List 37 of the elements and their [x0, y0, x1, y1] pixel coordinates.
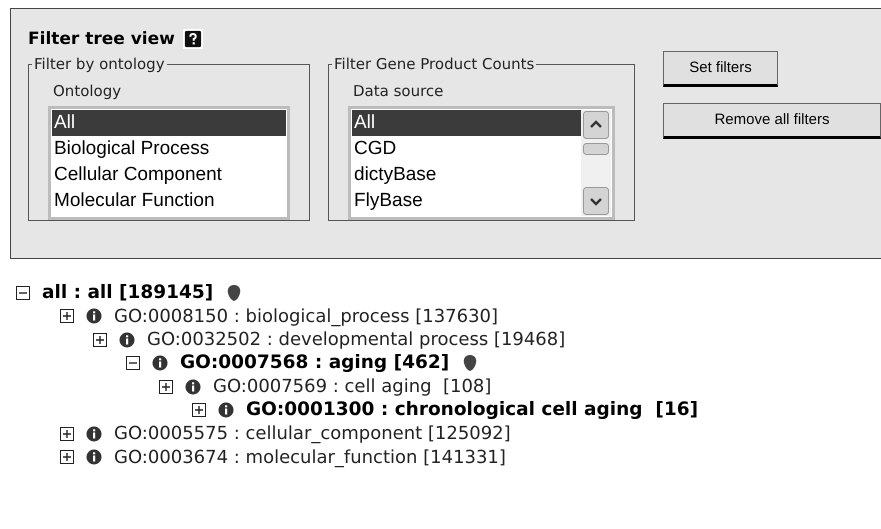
list-option[interactable]: Biological Process [52, 136, 286, 162]
info-icon[interactable] [86, 426, 102, 442]
info-icon[interactable] [86, 308, 102, 324]
scroll-up-icon[interactable] [583, 111, 609, 139]
list-option[interactable]: All [352, 110, 581, 136]
list-option[interactable]: dictyBase [352, 162, 581, 188]
expand-icon[interactable] [93, 332, 107, 347]
expand-icon[interactable] [159, 380, 173, 394]
remove-filters-button[interactable]: Remove all filters [663, 103, 881, 139]
info-icon[interactable] [218, 402, 234, 418]
info-icon[interactable] [152, 355, 168, 372]
info-icon[interactable] [86, 449, 102, 466]
list-box[interactable]: All CGD dictyBase FlyBase [348, 106, 615, 220]
group-legend: Filter by ontology [32, 53, 167, 76]
scroll-down-icon[interactable] [583, 187, 609, 215]
scroll-thumb-icon[interactable] [583, 143, 609, 155]
collapse-icon[interactable] [126, 356, 140, 370]
expand-icon[interactable] [60, 450, 74, 464]
expand-icon[interactable] [192, 403, 206, 418]
scrollbar[interactable] [581, 110, 611, 216]
list-option[interactable]: All [52, 110, 286, 136]
group-legend: Filter Gene Product Counts [332, 53, 536, 76]
info-icon[interactable] [119, 332, 135, 348]
list-option[interactable]: CGD [352, 136, 581, 162]
expand-icon[interactable] [60, 426, 74, 441]
expand-icon[interactable] [60, 309, 74, 324]
list-box[interactable]: All Biological Process Cellular Component Molecular Function [48, 106, 290, 220]
list-option[interactable]: Cellular Component [52, 162, 286, 188]
collapse-icon[interactable] [16, 286, 30, 300]
list-option[interactable]: Molecular Function [52, 188, 286, 214]
info-icon[interactable] [185, 378, 201, 395]
list-option[interactable]: FlyBase [352, 188, 581, 214]
set-filters-button[interactable]: Set filters [663, 51, 778, 87]
field-label: Ontology [53, 80, 122, 102]
panel-title: Filter tree view [28, 29, 175, 49]
field-label: Data source [353, 80, 444, 102]
help-icon[interactable] [182, 29, 203, 49]
